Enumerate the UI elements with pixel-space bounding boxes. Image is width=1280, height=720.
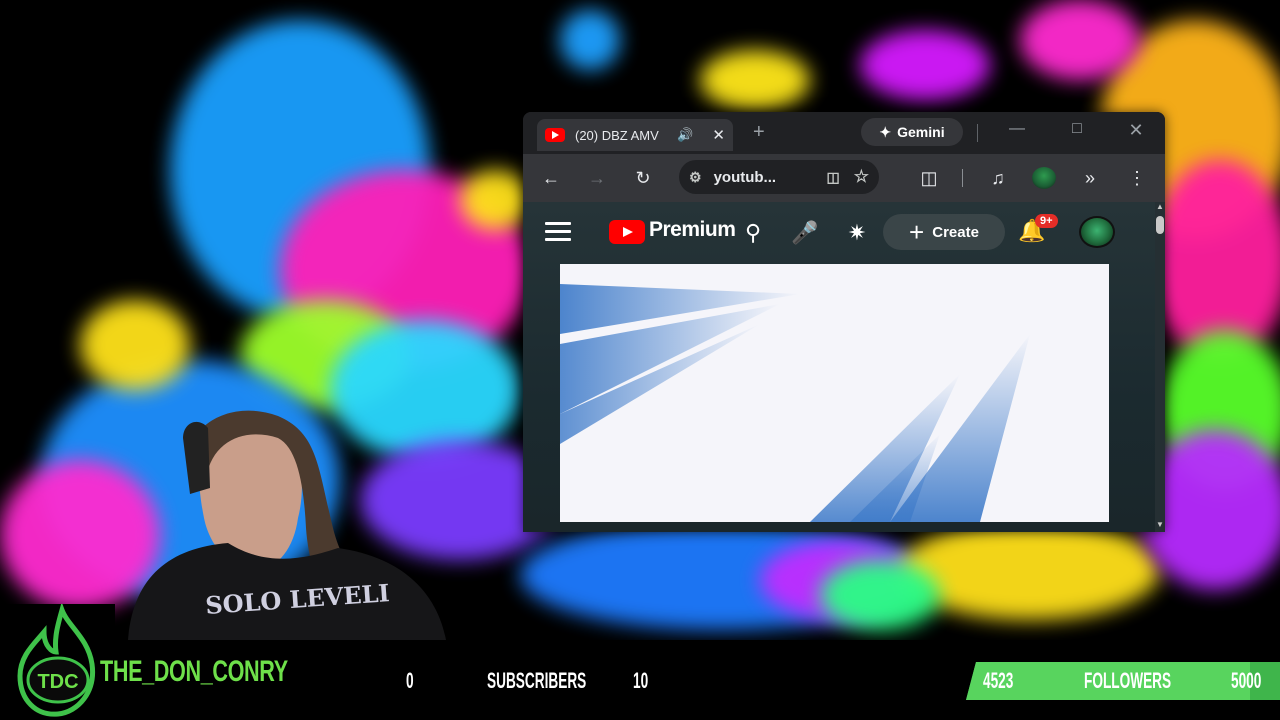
tab-title: (20) DBZ AMV (575, 127, 659, 143)
new-tab-button[interactable]: + (753, 121, 765, 144)
reload-button[interactable]: ↻ (629, 166, 657, 190)
follower-current-count: 4523 (983, 668, 1014, 693)
youtube-favicon-icon (545, 128, 565, 142)
overflow-chevron-icon[interactable]: » (1076, 166, 1104, 190)
speaker-icon[interactable]: 🔊 (677, 127, 693, 143)
browser-tab-active[interactable]: (20) DBZ AMV 🔊 ✕ (537, 119, 733, 151)
toolbar-divider (962, 169, 963, 187)
titlebar-divider (977, 124, 978, 142)
maximize-button[interactable]: □ (1062, 120, 1092, 138)
svg-text:TDC: TDC (37, 671, 78, 693)
address-bar[interactable]: ⚙ youtub... ◫ ☆ (679, 160, 879, 194)
scroll-up-arrow-icon[interactable]: ▲ (1155, 202, 1165, 211)
subscriber-goal-count: 10 (633, 668, 649, 693)
address-text: youtub... (713, 168, 777, 186)
gemini-label: Gemini (897, 124, 945, 140)
youtube-page: Premium ⚲ 🎤 ✷ + Create 🔔 9+ ▲ ▼ (523, 202, 1165, 532)
tdc-flame-logo-icon: TDC (17, 602, 96, 717)
back-button[interactable]: ← (537, 166, 565, 190)
install-app-icon[interactable]: ◫ (827, 169, 840, 186)
video-frame-image (560, 284, 1030, 522)
browser-window: (20) DBZ AMV 🔊 ✕ + ✦ Gemini — □ ✕ ← → ↻ … (523, 112, 1165, 532)
webcam-feed: SOLO LEVELI (128, 410, 446, 640)
forward-button[interactable]: → (583, 166, 611, 190)
page-scrollbar[interactable]: ▲ ▼ (1155, 202, 1165, 532)
site-settings-icon[interactable]: ⚙ (689, 169, 702, 186)
close-tab-icon[interactable]: ✕ (712, 126, 725, 144)
youtube-premium-label[interactable]: Premium (649, 218, 736, 242)
bookmark-star-icon[interactable]: ☆ (854, 167, 869, 187)
browser-menu-icon[interactable]: ⋮ (1123, 166, 1151, 190)
profile-avatar[interactable] (1032, 167, 1056, 189)
followers-label: FOLLOWERS (1084, 668, 1172, 693)
scrollbar-thumb[interactable] (1156, 216, 1164, 234)
hamburger-menu-icon[interactable] (545, 222, 571, 242)
channel-name: THE_DON_CONRY (100, 655, 288, 688)
subscriber-current-count: 0 (406, 668, 414, 693)
plus-icon: + (909, 217, 925, 247)
video-player[interactable] (560, 264, 1109, 522)
browser-titlebar: (20) DBZ AMV 🔊 ✕ + ✦ Gemini — □ ✕ (523, 112, 1165, 154)
follower-goal-count: 5000 (1231, 668, 1262, 693)
create-label: Create (932, 223, 979, 241)
scroll-down-arrow-icon[interactable]: ▼ (1155, 520, 1165, 529)
subscribers-label: SUBSCRIBERS (487, 668, 587, 693)
stream-scene: (20) DBZ AMV 🔊 ✕ + ✦ Gemini — □ ✕ ← → ↻ … (0, 0, 1280, 720)
close-window-button[interactable]: ✕ (1121, 120, 1151, 141)
youtube-logo-icon[interactable] (609, 220, 645, 244)
browser-toolbar: ← → ↻ ⚙ youtub... ◫ ☆ ◫ ♫ » ⋮ (523, 154, 1165, 202)
microphone-icon[interactable]: 🎤 (791, 220, 819, 246)
gemini-sparkle-icon: ✦ (879, 123, 892, 140)
search-icon[interactable]: ⚲ (739, 220, 767, 246)
media-controls-icon[interactable]: ♫ (984, 166, 1012, 190)
minimize-button[interactable]: — (1002, 120, 1032, 138)
channel-logo: TDC (0, 602, 115, 720)
account-avatar[interactable] (1079, 216, 1115, 248)
youtube-header: Premium ⚲ 🎤 ✷ + Create 🔔 9+ (523, 202, 1155, 264)
notification-badge: 9+ (1035, 214, 1058, 228)
create-button[interactable]: + Create (883, 214, 1005, 250)
ai-sparkle-icon[interactable]: ✷ (843, 220, 871, 246)
extensions-icon[interactable]: ◫ (915, 166, 943, 190)
gemini-button[interactable]: ✦ Gemini (861, 118, 963, 146)
